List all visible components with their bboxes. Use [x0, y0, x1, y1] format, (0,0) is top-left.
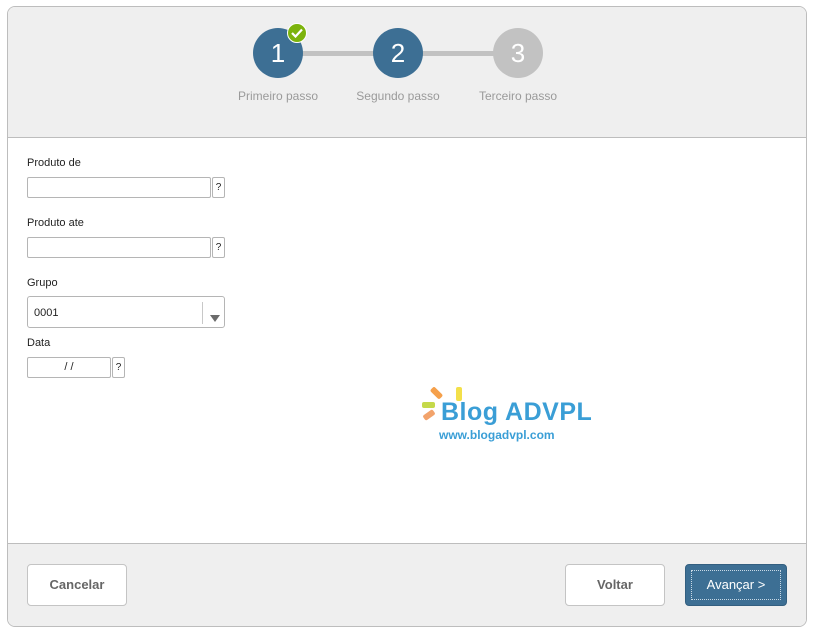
step-2-label: Segundo passo [356, 89, 440, 103]
logo-ray [422, 409, 436, 421]
data-help-button[interactable]: ? [112, 357, 125, 378]
produto-de-input[interactable] [27, 177, 211, 198]
step-1-label: Primeiro passo [237, 89, 319, 103]
grupo-selected-value: 0001 [34, 307, 59, 319]
produto-ate-input[interactable] [27, 237, 211, 258]
grupo-select[interactable]: 0001 [27, 296, 225, 328]
watermark-url: www.blogadvpl.com [439, 428, 555, 442]
produto-de-help-button[interactable]: ? [212, 177, 225, 198]
produto-de-label: Produto de [27, 157, 81, 169]
check-icon [287, 23, 307, 43]
step-3-circle: 3 [493, 28, 543, 78]
cancel-button[interactable]: Cancelar [27, 564, 127, 606]
blog-advpl-logo: Blog ADVPL www.blogadvpl.com [421, 384, 601, 446]
wizard-steps-header: 1 2 3 Primeiro passo Segundo passo Terce… [8, 7, 806, 138]
wizard-dialog: 1 2 3 Primeiro passo Segundo passo Terce… [7, 6, 807, 627]
watermark-title: Blog ADVPL [441, 398, 593, 426]
select-divider [202, 302, 203, 324]
grupo-label: Grupo [27, 277, 58, 289]
step-2-circle: 2 [373, 28, 423, 78]
next-button[interactable]: Avançar > [685, 564, 787, 606]
data-label: Data [27, 337, 51, 349]
back-button[interactable]: Voltar [565, 564, 665, 606]
step-3-label: Terceiro passo [478, 89, 558, 103]
produto-ate-help-button[interactable]: ? [212, 237, 225, 258]
chevron-down-icon[interactable] [210, 309, 220, 327]
produto-ate-label: Produto ate [27, 217, 84, 229]
logo-ray [422, 402, 435, 408]
next-button-label: Avançar > [706, 577, 766, 592]
data-date-input[interactable]: / / [27, 357, 111, 378]
wizard-footer: Cancelar Voltar Avançar > [8, 543, 806, 626]
